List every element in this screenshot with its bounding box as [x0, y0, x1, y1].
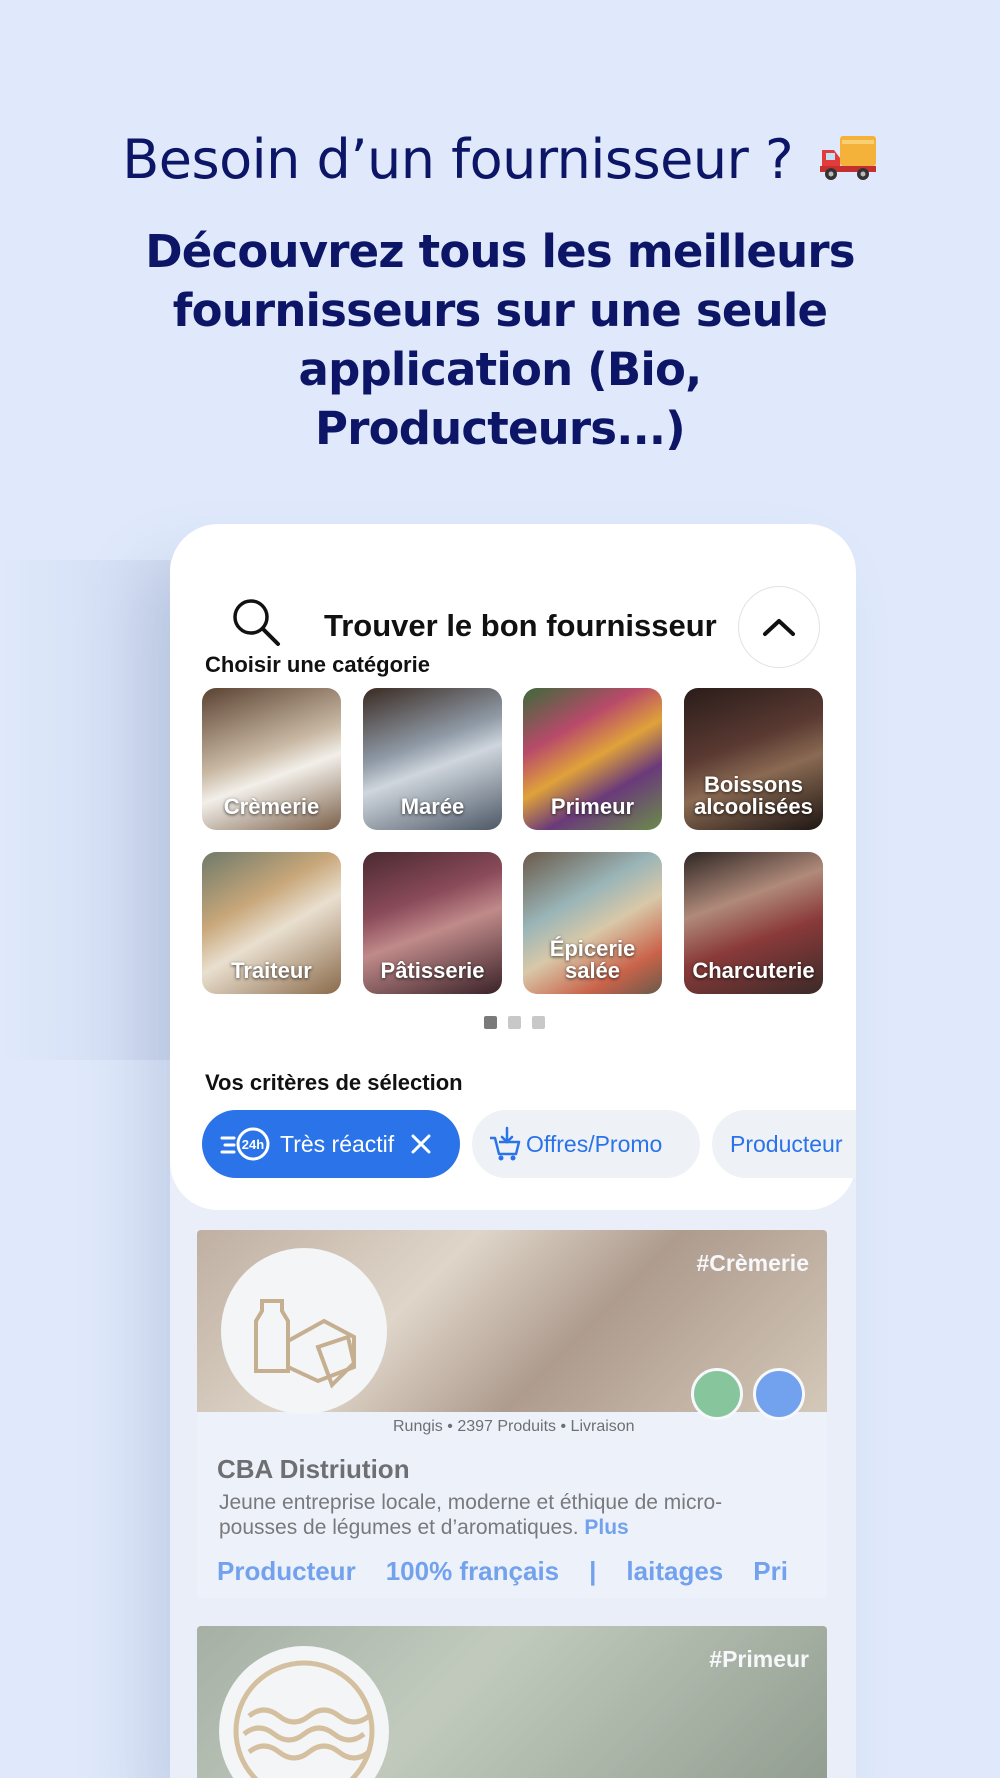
pager-dot[interactable]	[508, 1016, 521, 1029]
supplier-category-tag: #Crèmerie	[696, 1250, 809, 1276]
supplier-tag[interactable]: 100% français	[386, 1556, 559, 1587]
chip-producteur[interactable]: Producteur	[712, 1110, 856, 1178]
supplier-tag-divider: |	[589, 1556, 597, 1586]
chip-label: Offres/Promo	[526, 1130, 663, 1157]
fast-24h-icon: 24h	[220, 1127, 270, 1161]
supplier-location: Rungis	[393, 1418, 443, 1435]
supplier-delivery: Livraison	[570, 1418, 635, 1435]
background-shadow	[0, 560, 170, 1060]
category-pager	[484, 1016, 545, 1029]
chip-tres-reactif[interactable]: 24h Très réactif	[202, 1110, 460, 1178]
category-primeur[interactable]: Primeur	[523, 688, 662, 830]
phone-mockup: #Crèmerie Rungis • 2397 Produits • Livra…	[170, 524, 856, 1778]
chip-offres-promo[interactable]: Offres/Promo	[472, 1110, 700, 1178]
criteria-label: Vos critères de sélection	[205, 1070, 463, 1095]
category-label: Traiteur	[231, 958, 312, 983]
supplier-card[interactable]: #Primeur	[197, 1626, 827, 1778]
category-charcuterie[interactable]: Charcuterie	[684, 852, 823, 994]
chip-label: Très réactif	[280, 1130, 395, 1157]
category-cremerie[interactable]: Crèmerie	[202, 688, 341, 830]
supplier-more-link[interactable]: Plus	[584, 1516, 628, 1539]
category-boissons-alcoolisees[interactable]: Boissons alcoolisées	[684, 688, 823, 830]
search-panel: Trouver le bon fournisseur Choisir une c…	[170, 524, 856, 1210]
supplier-name[interactable]: CBA Distriution	[217, 1454, 410, 1485]
chip-label: Producteur	[730, 1130, 843, 1157]
pager-dot-active[interactable]	[484, 1016, 497, 1029]
category-patisserie[interactable]: Pâtisserie	[363, 852, 502, 994]
cart-promo-icon	[490, 1126, 521, 1161]
badge-bio-icon	[691, 1368, 743, 1420]
supplier-tag[interactable]: laitages	[626, 1556, 723, 1587]
hero-headline-text: Besoin d’un fournisseur ?	[122, 128, 794, 191]
category-label: Primeur	[550, 794, 635, 819]
supplier-card[interactable]: #Crèmerie Rungis • 2397 Produits • Livra…	[197, 1230, 827, 1598]
hero-headline: Besoin d’un fournisseur ?	[0, 128, 1000, 191]
categories-label: Choisir une catégorie	[205, 652, 430, 677]
supplier-tags: Producteur 100% français | laitages Pri	[217, 1556, 788, 1587]
category-maree[interactable]: Marée	[363, 688, 502, 830]
cheese-logo-icon	[254, 1299, 357, 1389]
pager-dot[interactable]	[532, 1016, 545, 1029]
collapse-button[interactable]	[738, 586, 820, 668]
search-bar[interactable]: Trouver le bon fournisseur	[230, 586, 820, 668]
supplier-products-count: 2397 Produits	[457, 1418, 557, 1435]
category-traiteur[interactable]: Traiteur	[202, 852, 341, 994]
wave-logo-icon	[233, 1660, 375, 1778]
category-label: Crèmerie	[223, 794, 320, 819]
category-label: Boissons alcoolisées	[694, 772, 813, 819]
svg-text:24h: 24h	[242, 1137, 264, 1152]
search-icon	[233, 599, 280, 646]
hero-subheadline: Découvrez tous les meilleurs fournisseur…	[145, 225, 855, 455]
category-label: Pâtisserie	[380, 958, 485, 983]
category-label: Marée	[400, 794, 465, 819]
supplier-logo	[219, 1646, 389, 1778]
search-title: Trouver le bon fournisseur	[324, 608, 717, 643]
category-epicerie-salee[interactable]: Épicerie salée	[523, 852, 662, 994]
supplier-tag[interactable]: Pri	[753, 1556, 788, 1587]
supplier-logo	[221, 1248, 387, 1414]
supplier-tag[interactable]: Producteur	[217, 1556, 356, 1587]
category-label: Épicerie salée	[549, 936, 636, 983]
badge-24h-icon	[753, 1368, 805, 1420]
supplier-description: Jeune entreprise locale, moderne et éthi…	[219, 1491, 723, 1539]
supplier-category-tag: #Primeur	[709, 1646, 809, 1672]
category-label: Charcuterie	[692, 958, 815, 983]
close-icon[interactable]	[410, 1133, 432, 1155]
supplier-meta: Rungis • 2397 Produits • Livraison	[393, 1418, 635, 1435]
criteria-chips: 24h Très réactif Offres/Promo Producteur	[202, 1110, 856, 1180]
chevron-up-icon	[763, 619, 795, 636]
delivery-truck-icon	[819, 136, 876, 181]
supplier-description-wrap: Jeune entreprise locale, moderne et éthi…	[219, 1490, 799, 1540]
